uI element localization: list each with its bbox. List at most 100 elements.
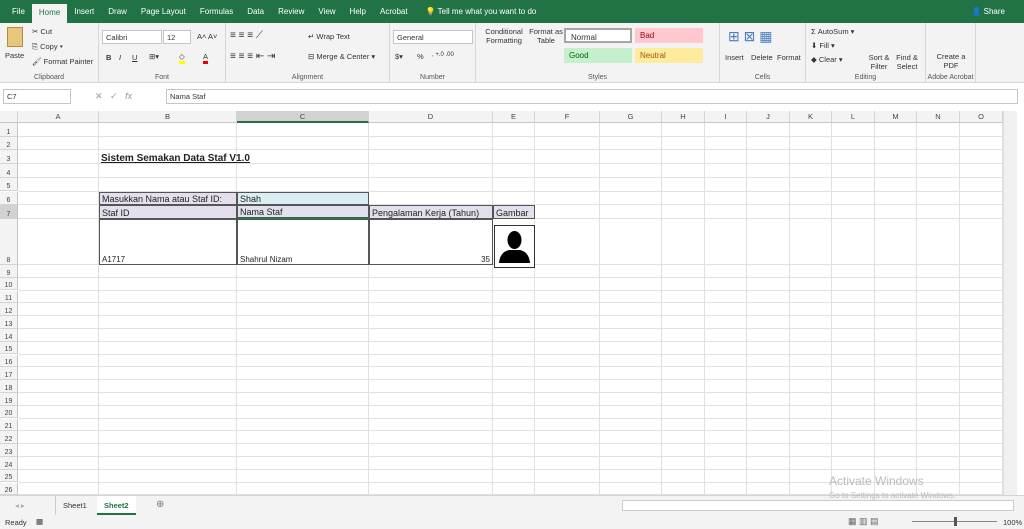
search-label[interactable]: Masukkan Nama atau Staf ID: — [99, 191, 237, 206]
row-header-20[interactable]: 20 — [0, 405, 18, 419]
create-pdf-button[interactable]: Create a PDF — [936, 52, 966, 70]
column-header-M[interactable]: M — [875, 111, 917, 123]
sheet-nav-arrows[interactable]: ◂ ▸ — [15, 501, 25, 510]
border-icon[interactable]: ⊞▾ — [149, 52, 159, 61]
percent-button[interactable]: % — [417, 52, 424, 61]
row-header-1[interactable]: 1 — [0, 123, 18, 137]
row-header-7[interactable]: 7 — [0, 205, 18, 219]
style-bad[interactable]: Bad — [635, 28, 703, 43]
column-header-F[interactable]: F — [535, 111, 600, 123]
row-header-15[interactable]: 15 — [0, 341, 18, 355]
row-header-2[interactable]: 2 — [0, 136, 18, 151]
font-grow-shrink-icons[interactable]: A˄ A˅ — [197, 32, 217, 41]
number-format-select[interactable]: General — [393, 30, 473, 44]
tell-me-search[interactable]: 💡 Tell me what you want to do — [419, 0, 544, 23]
column-header-G[interactable]: G — [600, 111, 662, 123]
header-pengalaman[interactable]: Pengalaman Kerja (Tahun) — [369, 205, 493, 219]
tab-draw[interactable]: Draw — [101, 0, 134, 23]
row-header-17[interactable]: 17 — [0, 367, 18, 381]
decimal-icons[interactable]: , +.0 .00 — [432, 52, 454, 58]
tab-review[interactable]: Review — [271, 0, 311, 23]
clear-button[interactable]: ◆ Clear ▾ — [811, 55, 843, 64]
row-header-19[interactable]: 19 — [0, 392, 18, 406]
insert-button[interactable]: Insert — [725, 53, 744, 62]
tab-view[interactable]: View — [311, 0, 342, 23]
align-top-icons[interactable]: ≡ ≡ ≡ ⟋ — [230, 30, 263, 41]
row-header-18[interactable]: 18 — [0, 380, 18, 393]
bold-button[interactable]: B — [106, 53, 111, 62]
search-input[interactable]: Shah — [237, 191, 369, 206]
select-all-corner[interactable] — [0, 111, 18, 123]
tab-acrobat[interactable]: Acrobat — [373, 0, 415, 23]
fill-button[interactable]: ⬇ Fill ▾ — [811, 41, 835, 50]
cell-pengalaman[interactable]: 35 — [369, 218, 493, 265]
column-header-H[interactable]: H — [662, 111, 705, 123]
row-header-16[interactable]: 16 — [0, 354, 18, 368]
row-header-14[interactable]: 14 — [0, 328, 18, 342]
column-header-O[interactable]: O — [960, 111, 1003, 123]
row-header-13[interactable]: 13 — [0, 316, 18, 329]
find-select-button[interactable]: Find & Select — [894, 53, 920, 71]
row-header-3[interactable]: 3 — [0, 150, 18, 165]
cell-nama-staf[interactable]: Shahrul Nizam — [237, 218, 369, 265]
format-button[interactable]: Format — [777, 53, 801, 62]
tab-help[interactable]: Help — [343, 0, 373, 23]
font-name-select[interactable]: Calibri — [102, 30, 162, 44]
tab-page-layout[interactable]: Page Layout — [134, 0, 193, 23]
row-header-25[interactable]: 25 — [0, 469, 18, 483]
vertical-scrollbar[interactable] — [1003, 111, 1017, 495]
column-header-B[interactable]: B — [99, 111, 237, 123]
column-header-N[interactable]: N — [917, 111, 960, 123]
column-header-I[interactable]: I — [705, 111, 747, 123]
tab-data[interactable]: Data — [240, 0, 271, 23]
copy-button[interactable]: ⎘ Copy ▾ — [32, 42, 63, 52]
add-sheet-icon[interactable]: ⊕ — [156, 499, 164, 510]
column-header-K[interactable]: K — [790, 111, 832, 123]
format-as-table-button[interactable]: Format as Table — [529, 27, 563, 45]
row-header-5[interactable]: 5 — [0, 177, 18, 192]
header-staf-id[interactable]: Staf ID — [99, 205, 237, 219]
column-header-D[interactable]: D — [369, 111, 493, 123]
row-header-11[interactable]: 11 — [0, 290, 18, 304]
style-good[interactable]: Good — [564, 48, 632, 63]
tab-formulas[interactable]: Formulas — [193, 0, 240, 23]
sheet-tab-sheet1[interactable]: Sheet1 — [55, 496, 94, 515]
row-header-21[interactable]: 21 — [0, 418, 18, 432]
sheet-tab-sheet2[interactable]: Sheet2 — [97, 496, 136, 515]
conditional-formatting-button[interactable]: Conditional Formatting — [481, 27, 527, 45]
macro-record-icon[interactable]: ▦ — [36, 517, 43, 526]
row-header-6[interactable]: 6 — [0, 191, 18, 206]
column-header-L[interactable]: L — [832, 111, 875, 123]
format-painter-button[interactable]: 🖌 Format Painter — [32, 57, 93, 66]
row-header-22[interactable]: 22 — [0, 431, 18, 445]
font-color-icon[interactable]: A — [203, 52, 209, 64]
horizontal-scrollbar[interactable] — [622, 500, 1014, 511]
tab-home[interactable]: Home — [31, 4, 68, 23]
underline-button[interactable]: U — [132, 53, 137, 62]
style-normal[interactable]: Normal — [564, 28, 632, 43]
sheet-title[interactable]: Sistem Semakan Data Staf V1.0 — [99, 150, 369, 164]
row-header-26[interactable]: 26 — [0, 482, 18, 495]
wrap-text-button[interactable]: ↵ Wrap Text — [308, 32, 350, 41]
row-header-10[interactable]: 10 — [0, 277, 18, 291]
cut-button[interactable]: ✂ Cut — [32, 27, 52, 36]
header-gambar[interactable]: Gambar — [493, 205, 535, 219]
name-box[interactable]: C7 — [3, 89, 71, 104]
column-header-C[interactable]: C — [237, 111, 369, 123]
zoom-slider-thumb[interactable] — [954, 517, 957, 526]
tab-file[interactable]: File — [5, 0, 32, 23]
font-size-select[interactable]: 12 — [163, 30, 191, 44]
row-header-4[interactable]: 4 — [0, 164, 18, 178]
row-header-23[interactable]: 23 — [0, 444, 18, 457]
view-buttons[interactable]: ▦ ▥ ▤ — [848, 516, 879, 527]
column-header-J[interactable]: J — [747, 111, 790, 123]
header-nama-staf[interactable]: Nama Staf — [237, 205, 369, 219]
merge-center-button[interactable]: ⊟ Merge & Center ▾ — [308, 52, 375, 61]
paste-button[interactable]: Paste — [5, 51, 24, 60]
style-neutral[interactable]: Neutral — [635, 48, 703, 63]
italic-button[interactable]: I — [119, 53, 121, 62]
row-header-12[interactable]: 12 — [0, 303, 18, 317]
row-header-8[interactable]: 8 — [0, 218, 18, 265]
align-horizontal-icons[interactable]: ≡ ≡ ≡ ⇤ ⇥ — [230, 51, 275, 62]
autosum-button[interactable]: Σ AutoSum ▾ — [811, 27, 854, 36]
